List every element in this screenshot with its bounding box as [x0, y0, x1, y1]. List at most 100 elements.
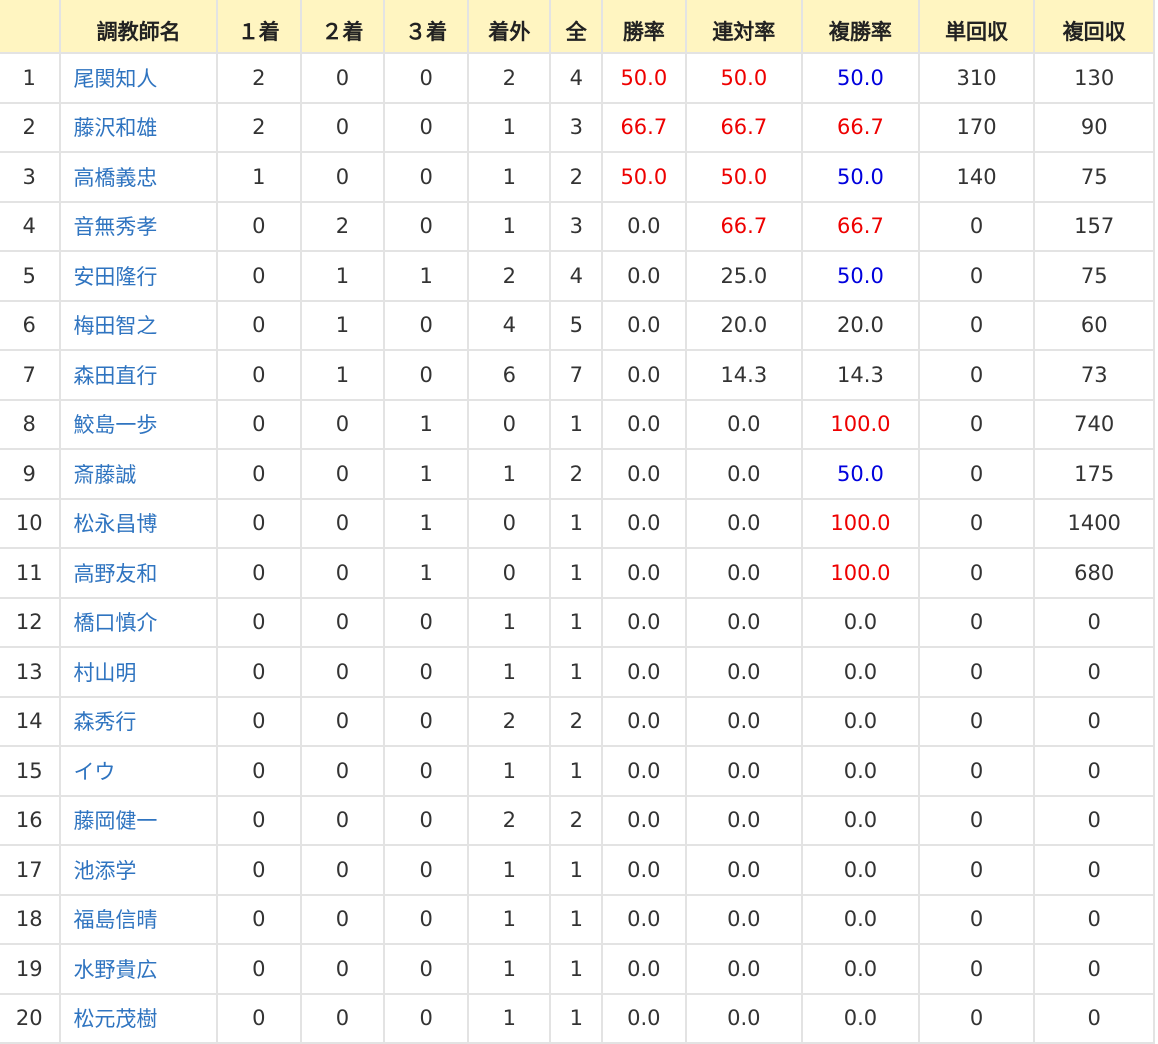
place-rate-cell: 100.0	[801, 398, 920, 450]
rank-cell: 3	[0, 151, 62, 203]
place-return-cell: 73	[1033, 349, 1155, 401]
table-row: 7 森田直行 0 1 0 6 7 0.0 14.3 14.3 0 73	[0, 349, 1155, 401]
table-row: 17 池添学 0 0 0 1 1 0.0 0.0 0.0 0 0	[0, 844, 1155, 896]
win-rate-cell: 0.0	[601, 250, 687, 302]
trainer-name-link[interactable]: 村山明	[73, 661, 136, 685]
total-count-cell: 1	[549, 893, 604, 945]
place-rate-cell: 0.0	[801, 943, 920, 995]
win-return-cell: 0	[917, 349, 1036, 401]
rank-cell: 1	[0, 52, 62, 104]
place-rate-cell: 0.0	[801, 893, 920, 945]
third-count-cell: 0	[383, 943, 470, 995]
quinella-rate-cell: 50.0	[684, 52, 804, 104]
total-count-cell: 3	[549, 101, 604, 153]
trainer-name-link[interactable]: 藤岡健一	[73, 809, 157, 833]
second-count-cell: 0	[299, 547, 386, 599]
trainer-name-cell: 梅田智之	[59, 299, 218, 351]
trainer-name-cell: 橋口慎介	[59, 596, 218, 648]
header-total[interactable]: 全	[549, 0, 604, 54]
trainer-name-link[interactable]: 水野貴広	[73, 958, 157, 982]
rank-cell: 10	[0, 497, 62, 549]
quinella-rate-cell: 0.0	[684, 992, 804, 1044]
win-rate-cell: 0.0	[601, 992, 687, 1044]
win-rate-cell: 0.0	[601, 200, 687, 252]
header-first[interactable]: １着	[215, 0, 302, 54]
second-count-cell: 0	[299, 745, 386, 797]
second-count-cell: 0	[299, 695, 386, 747]
trainer-name-link[interactable]: イウ	[73, 760, 115, 784]
third-count-cell: 0	[383, 299, 470, 351]
place-rate-cell: 50.0	[801, 250, 920, 302]
win-return-cell: 0	[917, 695, 1036, 747]
place-return-cell: 60	[1033, 299, 1155, 351]
win-rate-cell: 0.0	[601, 398, 687, 450]
trainer-name-link[interactable]: 森秀行	[73, 710, 136, 734]
win-rate-cell: 0.0	[601, 349, 687, 401]
first-count-cell: 1	[215, 151, 302, 203]
trainer-name-cell: 音無秀孝	[59, 200, 218, 252]
place-return-cell: 0	[1033, 992, 1155, 1044]
header-second[interactable]: ２着	[299, 0, 386, 54]
header-third[interactable]: ３着	[383, 0, 470, 54]
header-trainer-name[interactable]: 調教師名	[59, 0, 218, 54]
header-place-rate[interactable]: 複勝率	[801, 0, 920, 54]
place-return-cell: 0	[1033, 596, 1155, 648]
quinella-rate-cell: 0.0	[684, 547, 804, 599]
header-place-return[interactable]: 複回収	[1033, 0, 1155, 54]
table-row: 13 村山明 0 0 0 1 1 0.0 0.0 0.0 0 0	[0, 646, 1155, 698]
trainer-name-link[interactable]: 森田直行	[73, 364, 157, 388]
trainer-name-link[interactable]: 橋口慎介	[73, 611, 157, 635]
third-count-cell: 1	[383, 398, 470, 450]
trainer-name-link[interactable]: 高野友和	[73, 562, 157, 586]
out-count-cell: 0	[467, 497, 552, 549]
win-return-cell: 0	[917, 299, 1036, 351]
place-return-cell: 0	[1033, 844, 1155, 896]
trainer-name-cell: 村山明	[59, 646, 218, 698]
win-return-cell: 0	[917, 745, 1036, 797]
trainer-name-link[interactable]: 梅田智之	[73, 314, 157, 338]
trainer-name-link[interactable]: 藤沢和雄	[73, 116, 157, 140]
place-return-cell: 0	[1033, 646, 1155, 698]
trainer-name-link[interactable]: 鮫島一歩	[73, 413, 157, 437]
trainer-name-link[interactable]: 尾関知人	[73, 67, 157, 91]
place-return-cell: 740	[1033, 398, 1155, 450]
trainer-name-link[interactable]: 池添学	[73, 859, 136, 883]
out-count-cell: 1	[467, 596, 552, 648]
total-count-cell: 1	[549, 992, 604, 1044]
win-return-cell: 0	[917, 250, 1036, 302]
place-return-cell: 1400	[1033, 497, 1155, 549]
trainer-name-link[interactable]: 斎藤誠	[73, 463, 136, 487]
first-count-cell: 0	[215, 398, 302, 450]
trainer-name-link[interactable]: 松永昌博	[73, 512, 157, 536]
total-count-cell: 7	[549, 349, 604, 401]
first-count-cell: 0	[215, 596, 302, 648]
header-quinella-rate[interactable]: 連対率	[684, 0, 804, 54]
win-return-cell: 0	[917, 596, 1036, 648]
quinella-rate-cell: 14.3	[684, 349, 804, 401]
third-count-cell: 1	[383, 547, 470, 599]
third-count-cell: 0	[383, 794, 470, 846]
trainer-name-link[interactable]: 松元茂樹	[73, 1007, 157, 1031]
out-count-cell: 2	[467, 695, 552, 747]
trainer-name-link[interactable]: 安田隆行	[73, 265, 157, 289]
quinella-rate-cell: 25.0	[684, 250, 804, 302]
quinella-rate-cell: 0.0	[684, 794, 804, 846]
first-count-cell: 0	[215, 695, 302, 747]
place-return-cell: 0	[1033, 943, 1155, 995]
header-out[interactable]: 着外	[467, 0, 552, 54]
out-count-cell: 1	[467, 745, 552, 797]
first-count-cell: 0	[215, 794, 302, 846]
third-count-cell: 0	[383, 151, 470, 203]
first-count-cell: 0	[215, 250, 302, 302]
rank-cell: 13	[0, 646, 62, 698]
table-row: 16 藤岡健一 0 0 0 2 2 0.0 0.0 0.0 0 0	[0, 794, 1155, 846]
trainer-name-link[interactable]: 音無秀孝	[73, 215, 157, 239]
header-win-return[interactable]: 単回収	[917, 0, 1036, 54]
rank-cell: 12	[0, 596, 62, 648]
header-win-rate[interactable]: 勝率	[601, 0, 687, 54]
rank-cell: 16	[0, 794, 62, 846]
trainer-name-link[interactable]: 高橋義忠	[73, 166, 157, 190]
trainer-name-link[interactable]: 福島信晴	[73, 908, 157, 932]
total-count-cell: 2	[549, 695, 604, 747]
place-return-cell: 680	[1033, 547, 1155, 599]
